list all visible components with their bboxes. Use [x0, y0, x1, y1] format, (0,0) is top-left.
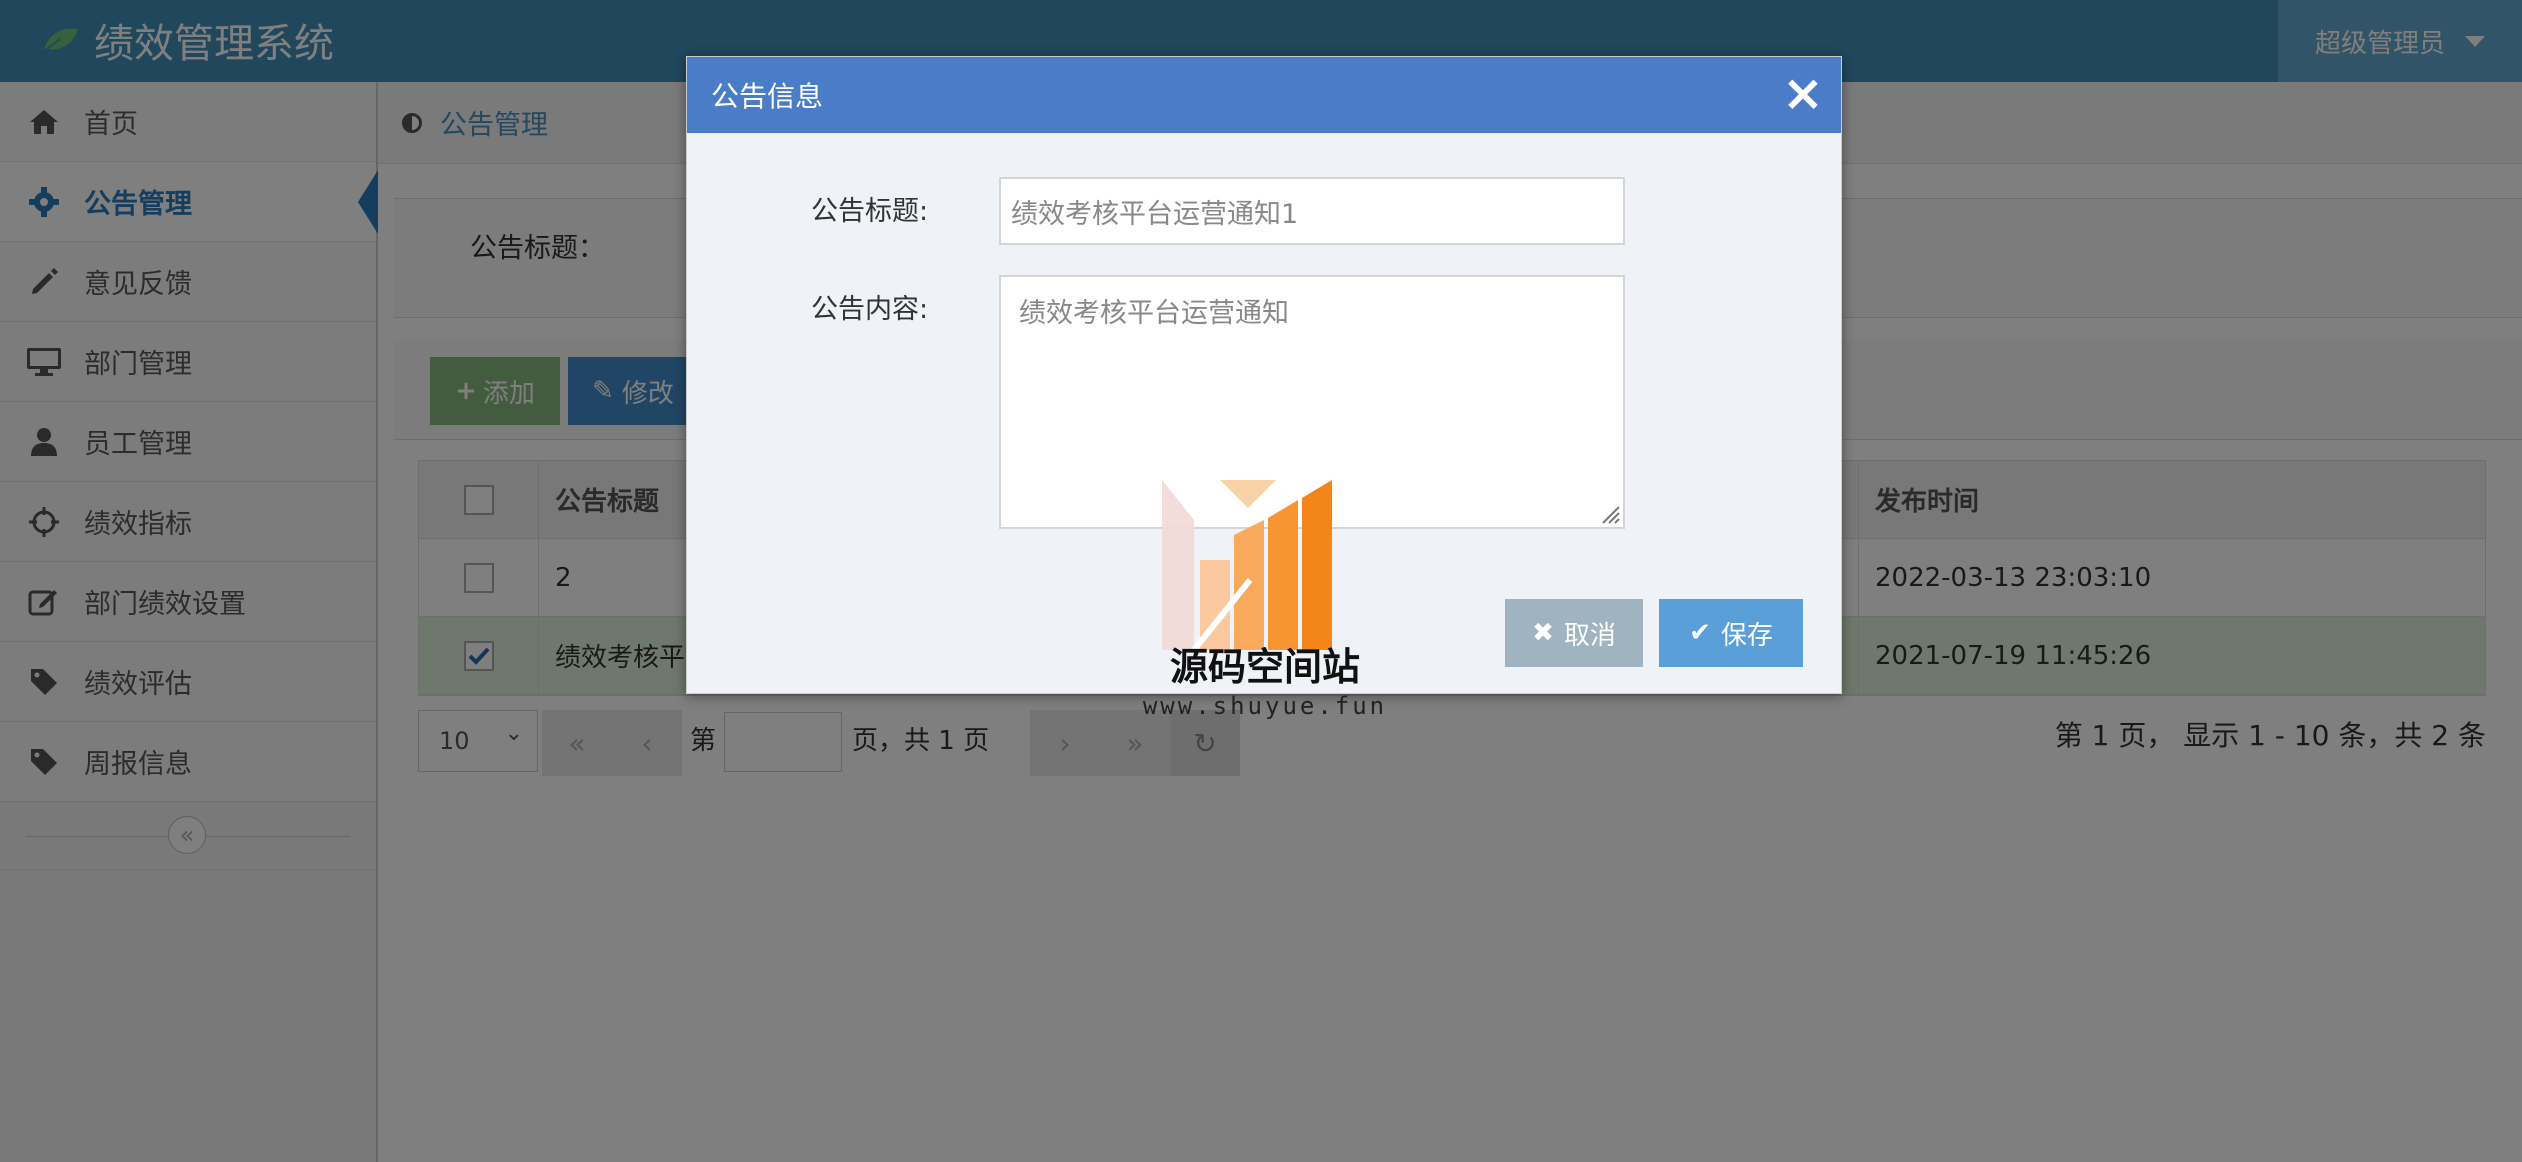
dialog-title: 公告信息	[711, 80, 824, 113]
close-icon: ✖	[1532, 618, 1554, 648]
resize-handle-icon[interactable]	[1599, 503, 1621, 525]
watermark-url: www.shuyue.fun	[1142, 692, 1388, 720]
notice-content-label: 公告内容:	[811, 294, 929, 325]
cancel-button[interactable]: ✖ 取消	[1505, 599, 1643, 667]
dialog-header: 公告信息 ×	[687, 57, 1841, 133]
close-icon[interactable]: ×	[1779, 68, 1827, 118]
watermark-name: 源码空间站	[1169, 645, 1360, 689]
notice-title-label: 公告标题:	[811, 196, 929, 227]
notice-content-text: 绩效考核平台运营通知	[1019, 298, 1289, 329]
save-button[interactable]: ✔ 保存	[1659, 599, 1803, 667]
notice-title-input[interactable]: 绩效考核平台运营通知1	[999, 177, 1625, 245]
check-icon: ✔	[1689, 618, 1711, 648]
